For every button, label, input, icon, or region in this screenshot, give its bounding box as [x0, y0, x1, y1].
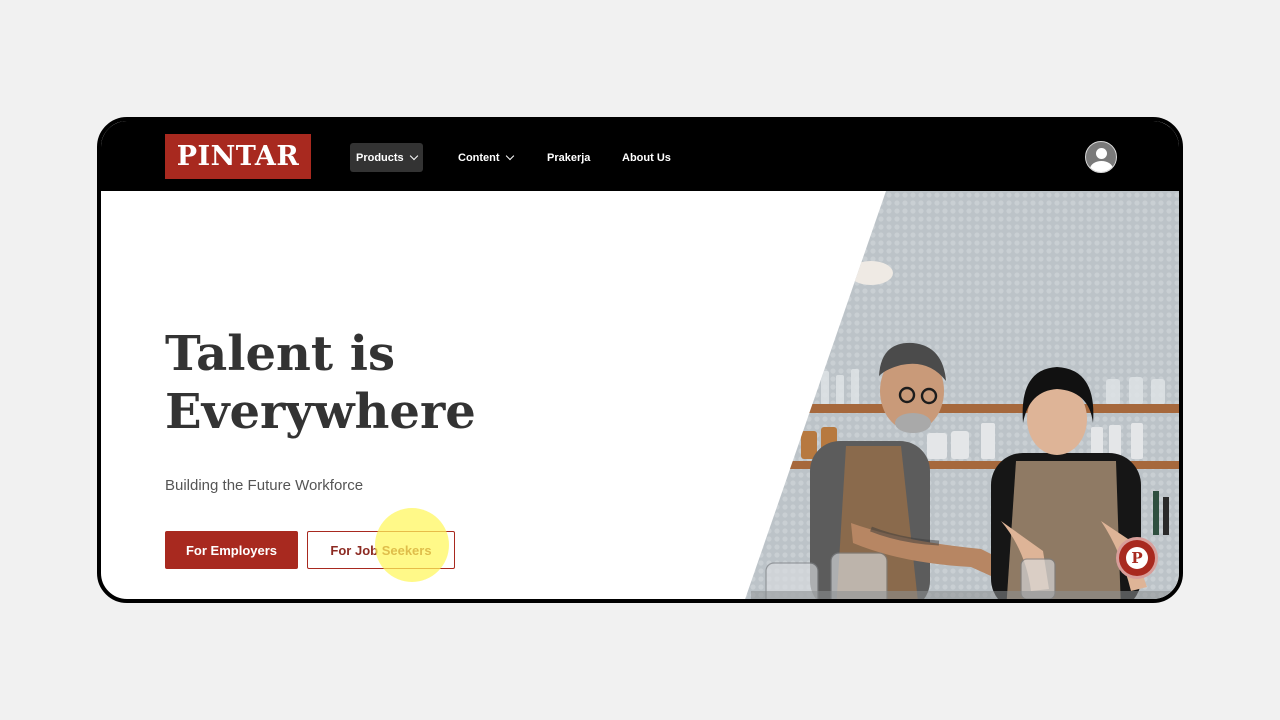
top-navbar: PINTAR Products Content Prakerja About U…	[101, 121, 1179, 191]
for-job-seekers-button[interactable]: For Job Seekers	[307, 531, 455, 569]
user-avatar-icon[interactable]	[1085, 141, 1117, 173]
hero-title-line1: Talent is	[165, 326, 396, 382]
nav-products[interactable]: Products	[350, 143, 423, 172]
avatar-body	[1090, 161, 1113, 172]
chevron-down-icon	[409, 151, 418, 160]
nav-prakerja[interactable]: Prakerja	[547, 143, 590, 172]
nav-content[interactable]: Content	[458, 143, 514, 172]
hero-title: Talent is Everywhere	[165, 325, 585, 441]
nav-products-label: Products	[356, 151, 404, 164]
nav-about-label: About Us	[622, 151, 671, 164]
nav-content-label: Content	[458, 151, 500, 164]
logo-text: PINTAR	[176, 141, 300, 172]
chat-p-icon[interactable]: P	[1116, 537, 1158, 579]
nav-about-us[interactable]: About Us	[622, 143, 671, 172]
browser-frame: PINTAR Products Content Prakerja About U…	[97, 117, 1183, 603]
nav-prakerja-label: Prakerja	[547, 151, 591, 164]
chevron-down-icon	[505, 151, 514, 160]
for-employers-button[interactable]: For Employers	[165, 531, 298, 569]
hero-subtitle: Building the Future Workforce	[165, 477, 364, 494]
pintar-logo[interactable]: PINTAR	[165, 134, 311, 179]
hero-title-line2: Everywhere	[165, 384, 476, 440]
chat-badge-letter: P	[1126, 547, 1148, 569]
avatar-head	[1096, 148, 1107, 159]
